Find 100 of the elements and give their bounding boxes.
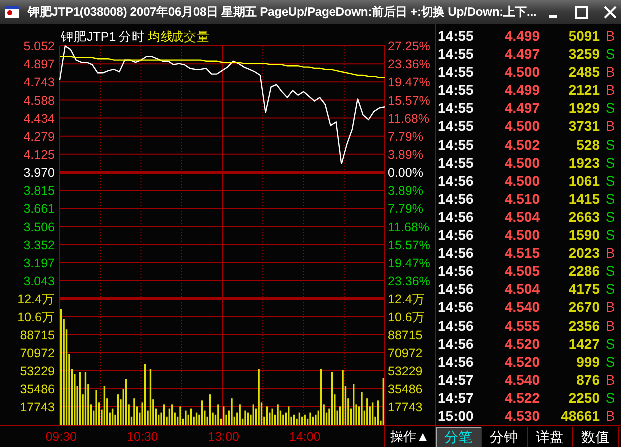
- trade-side: S: [604, 208, 616, 226]
- percent-label: 0.00%: [388, 166, 424, 180]
- trade-side: B: [604, 316, 616, 335]
- trade-time: 14:55: [438, 27, 475, 46]
- trade-side: B: [604, 117, 616, 136]
- time-axis-label: 09:30: [46, 430, 77, 444]
- window-title: 钾肥JTP1(038008) 2007年06月08日 星期五 PageUp/PageDown:前后日 +:切换 Up/Down:上下...: [28, 4, 537, 21]
- tab[interactable]: 分笔: [436, 427, 482, 447]
- percent-label: 19.47%: [388, 256, 430, 270]
- trade-time: 14:56: [438, 190, 475, 208]
- volume-axis-label: 88715: [388, 328, 423, 342]
- menu-button[interactable]: 操作▲: [384, 425, 435, 447]
- close-icon[interactable]: [604, 6, 617, 18]
- legend-label: 分时: [119, 30, 145, 44]
- trade-time: 14:56: [438, 334, 475, 353]
- trade-side: S: [604, 388, 616, 407]
- app-icon: [4, 5, 20, 19]
- trade-volume: 1590: [568, 226, 600, 244]
- trade-volume: 2670: [568, 298, 600, 316]
- trade-volume: 528: [576, 136, 600, 154]
- trade-price: 4.497: [504, 45, 540, 64]
- time-axis-label: 13:00: [208, 430, 240, 444]
- trade-price: 4.520: [504, 334, 540, 353]
- trade-time: 14:55: [438, 45, 475, 64]
- volume-axis-label: 53229: [388, 364, 423, 378]
- trade-price: 4.540: [504, 298, 540, 316]
- trade-volume: 2485: [568, 63, 600, 82]
- trade-volume: 1061: [568, 172, 600, 190]
- volume-axis-label: 12.4万: [388, 292, 426, 306]
- percent-label: 15.57%: [388, 238, 430, 252]
- percent-label: 7.79%: [388, 130, 424, 144]
- trade-price: 4.502: [504, 136, 540, 154]
- volume-axis-label: 10.6万: [388, 310, 426, 324]
- trade-volume: 48661: [560, 406, 600, 426]
- percent-label: 23.36%: [388, 274, 430, 288]
- percent-label: 19.47%: [388, 76, 430, 90]
- trade-time: 14:57: [438, 370, 475, 389]
- price-axis-label: 3.506: [24, 220, 55, 234]
- percent-label: 11.68%: [388, 220, 430, 234]
- trade-price: 4.500: [504, 117, 540, 136]
- volume-axis-label: 17743: [20, 400, 55, 414]
- time-axis-label: 10:30: [126, 430, 158, 444]
- trade-time: 14:55: [438, 99, 475, 118]
- percent-label: 3.89%: [388, 184, 424, 198]
- trade-side: S: [604, 136, 616, 154]
- trade-volume: 1923: [568, 154, 600, 172]
- legend-label: 成交量: [171, 30, 210, 44]
- trade-time: 14:56: [438, 262, 475, 280]
- trade-price: 4.499: [504, 27, 540, 46]
- percent-label: 3.89%: [388, 148, 424, 162]
- trade-price: 4.555: [504, 316, 540, 335]
- price-axis-label: 4.588: [24, 94, 55, 108]
- trade-side: B: [604, 406, 616, 426]
- trade-side: S: [604, 99, 616, 118]
- trade-side: S: [604, 172, 616, 190]
- trade-side: B: [604, 63, 616, 82]
- trade-time: 14:56: [438, 226, 475, 244]
- time-axis-label: 14:00: [289, 430, 321, 444]
- percent-label: 11.68%: [388, 112, 430, 126]
- volume-axis-label: 70972: [388, 346, 423, 360]
- trade-volume: 3259: [568, 45, 600, 64]
- trade-volume: 2023: [568, 244, 600, 262]
- trade-price: 4.504: [504, 208, 540, 226]
- trade-side: B: [604, 81, 616, 100]
- price-axis-label: 4.434: [24, 112, 55, 126]
- trade-time: 14:56: [438, 316, 475, 335]
- trade-side: S: [604, 154, 616, 172]
- percent-label: 27.25%: [388, 40, 430, 54]
- trade-time: 14:55: [438, 136, 475, 154]
- trade-time: 15:00: [438, 406, 475, 426]
- maximize-icon[interactable]: [575, 6, 588, 18]
- trade-time: 14:55: [438, 81, 475, 100]
- trade-side: B: [604, 244, 616, 262]
- price-axis-label: 3.043: [24, 274, 55, 288]
- trade-price: 4.522: [504, 388, 540, 407]
- tab[interactable]: 数值: [573, 427, 619, 447]
- trade-side: B: [604, 27, 616, 46]
- tab[interactable]: 分钟: [482, 427, 528, 447]
- price-axis-label: 4.897: [24, 58, 55, 72]
- trade-price: 4.510: [504, 190, 540, 208]
- trade-price: 4.500: [504, 63, 540, 82]
- trade-price: 4.500: [504, 172, 540, 190]
- volume-axis-label: 12.4万: [18, 292, 55, 306]
- trade-volume: 876: [576, 370, 600, 389]
- trade-side: S: [604, 352, 616, 371]
- price-axis-label: 3.197: [24, 256, 55, 270]
- tab[interactable]: 详盘: [528, 427, 574, 447]
- trade-side: B: [604, 370, 616, 389]
- trade-price: 4.500: [504, 154, 540, 172]
- trade-price: 4.520: [504, 352, 540, 371]
- trade-price: 4.540: [504, 370, 540, 389]
- trade-volume: 4175: [568, 280, 600, 298]
- trade-time: 14:55: [438, 154, 475, 172]
- volume-axis-label: 35486: [388, 382, 423, 396]
- trade-volume: 2250: [568, 388, 600, 407]
- trade-price: 4.499: [504, 81, 540, 100]
- trade-time: 14:56: [438, 244, 475, 262]
- trade-side: B: [604, 298, 616, 316]
- percent-label: 7.79%: [388, 202, 424, 216]
- trade-time: 14:56: [438, 280, 475, 298]
